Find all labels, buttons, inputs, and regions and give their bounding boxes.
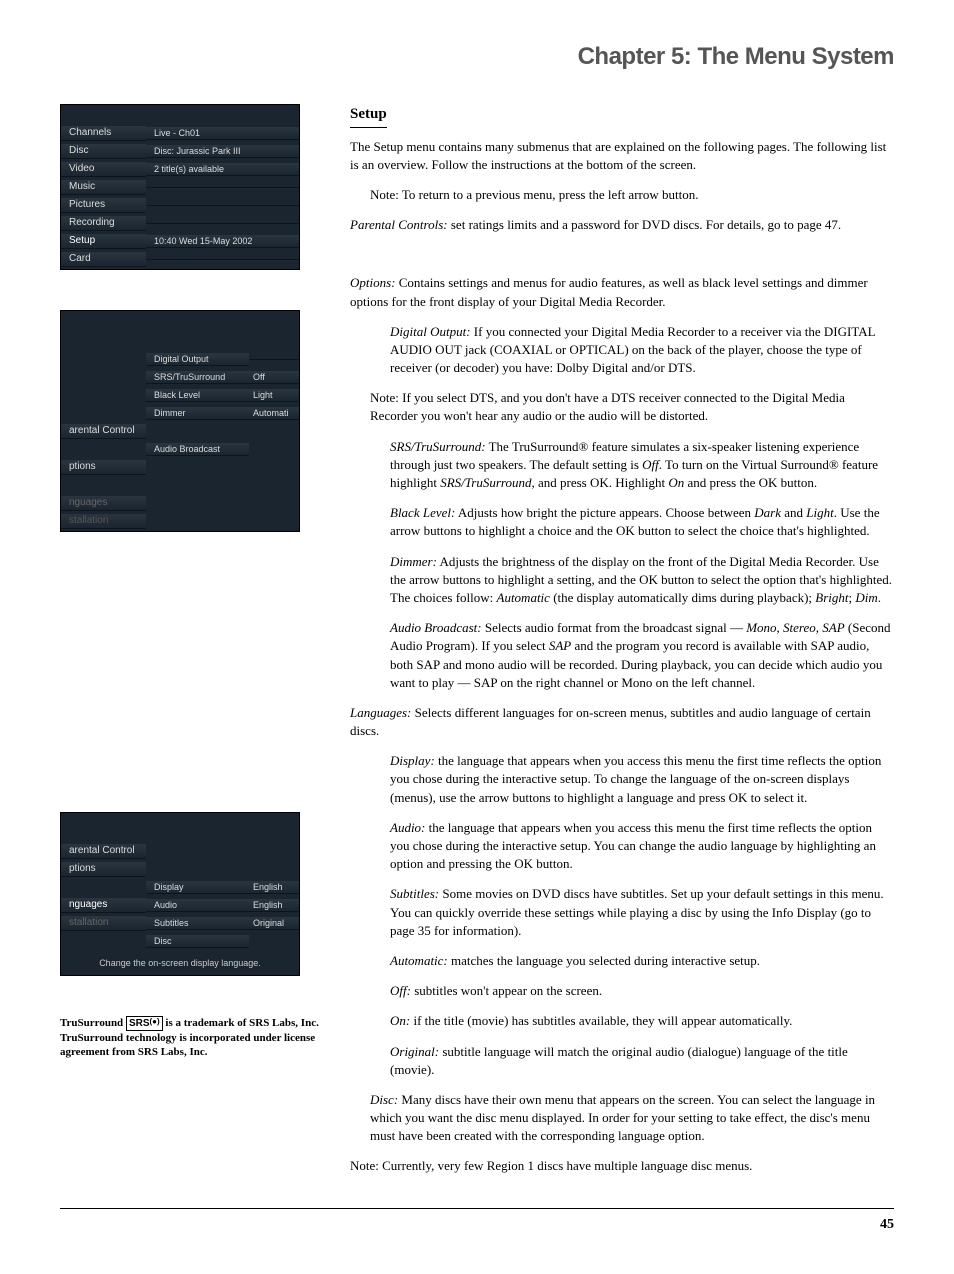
sidebar-item: arental Control xyxy=(61,844,146,859)
chapter-title: Chapter 5: The Menu System xyxy=(60,40,894,74)
sidebar-item: stallation xyxy=(61,514,146,529)
menu-value: 2 title(s) available xyxy=(146,163,299,177)
body-content: Setup The Setup menu contains many subme… xyxy=(350,104,894,1188)
menu-value xyxy=(146,205,299,206)
sidebar-item: ptions xyxy=(61,460,146,475)
subtitle-auto-text: Automatic: matches the language you sele… xyxy=(390,952,894,970)
option-item: Dimmer xyxy=(146,407,249,421)
dts-note: Note: If you select DTS, and you don't h… xyxy=(370,389,894,425)
menu-value: Disc: Jurassic Park III xyxy=(146,145,299,159)
hint-text: Change the on-screen display language. xyxy=(61,951,299,976)
menu-item: Video xyxy=(61,162,146,177)
parental-controls-text: Parental Controls: set ratings limits an… xyxy=(350,216,894,234)
option-item: Subtitles xyxy=(146,917,249,931)
intro-text: The Setup menu contains many submenus th… xyxy=(350,138,894,174)
option-value: English xyxy=(249,899,299,913)
menu-item-selected: Setup xyxy=(61,234,146,249)
sidebar-item: stallation xyxy=(61,916,146,931)
subtitle-original-text: Original: subtitle language will match t… xyxy=(390,1043,894,1079)
menu-value xyxy=(146,187,299,188)
option-value xyxy=(249,359,299,360)
ui-screenshot-languages: arental Control ptions DisplayEnglish ng… xyxy=(60,812,300,977)
menu-value xyxy=(146,223,299,224)
black-level-text: Black Level: Adjusts how bright the pict… xyxy=(390,504,894,540)
sidebar-item: nguages xyxy=(61,496,146,511)
subtitle-on-text: On: if the title (movie) has subtitles a… xyxy=(390,1012,894,1030)
menu-value xyxy=(146,259,299,260)
trademark-note: TruSurround SRS is a trademark of SRS La… xyxy=(60,1016,320,1060)
menu-value: 10:40 Wed 15-May 2002 xyxy=(146,235,299,249)
option-value: Off xyxy=(249,371,299,385)
sidebar-item: ptions xyxy=(61,862,146,877)
left-column: ChannelsLive - Ch01 DiscDisc: Jurassic P… xyxy=(60,104,320,1188)
option-item: Disc xyxy=(146,935,249,949)
page-number: 45 xyxy=(60,1208,894,1235)
option-value: Light xyxy=(249,389,299,403)
languages-text: Languages: Selects different languages f… xyxy=(350,704,894,740)
option-value: Automati xyxy=(249,407,299,421)
menu-value: Live - Ch01 xyxy=(146,127,299,141)
option-item: SRS/TruSurround xyxy=(146,371,249,385)
option-item: Audio xyxy=(146,899,249,913)
digital-output-text: Digital Output: If you connected your Di… xyxy=(390,323,894,378)
region-note: Note: Currently, very few Region 1 discs… xyxy=(350,1157,894,1175)
ui-screenshot-main-menu: ChannelsLive - Ch01 DiscDisc: Jurassic P… xyxy=(60,104,300,270)
option-value: English xyxy=(249,881,299,895)
audio-broadcast-text: Audio Broadcast: Selects audio format fr… xyxy=(390,619,894,692)
subtitle-off-text: Off: subtitles won't appear on the scree… xyxy=(390,982,894,1000)
setup-heading: Setup xyxy=(350,104,387,128)
option-item: Digital Output xyxy=(146,353,249,367)
menu-item: Card xyxy=(61,252,146,267)
disc-text: Disc: Many discs have their own menu tha… xyxy=(370,1091,894,1146)
sidebar-item-selected: nguages xyxy=(61,898,146,913)
menu-item: Recording xyxy=(61,216,146,231)
display-text: Display: the language that appears when … xyxy=(390,752,894,807)
srs-logo-icon: SRS xyxy=(126,1016,163,1031)
dimmer-text: Dimmer: Adjusts the brightness of the di… xyxy=(390,553,894,608)
ui-screenshot-options: Digital Output SRS/TruSurroundOff Black … xyxy=(60,310,300,532)
menu-item: Disc xyxy=(61,144,146,159)
sidebar-item: arental Control xyxy=(61,424,146,439)
subtitles-text: Subtitles: Some movies on DVD discs have… xyxy=(390,885,894,940)
option-item: Black Level xyxy=(146,389,249,403)
option-value: Original xyxy=(249,917,299,931)
menu-item: Music xyxy=(61,180,146,195)
menu-item: Channels xyxy=(61,126,146,141)
srs-text: SRS/TruSurround: The TruSurround® featur… xyxy=(390,438,894,493)
note-return: Note: To return to a previous menu, pres… xyxy=(370,186,894,204)
option-item: Display xyxy=(146,881,249,895)
option-item: Audio Broadcast xyxy=(146,443,249,457)
options-text: Options: Contains settings and menus for… xyxy=(350,274,894,310)
menu-item: Pictures xyxy=(61,198,146,213)
audio-text: Audio: the language that appears when yo… xyxy=(390,819,894,874)
